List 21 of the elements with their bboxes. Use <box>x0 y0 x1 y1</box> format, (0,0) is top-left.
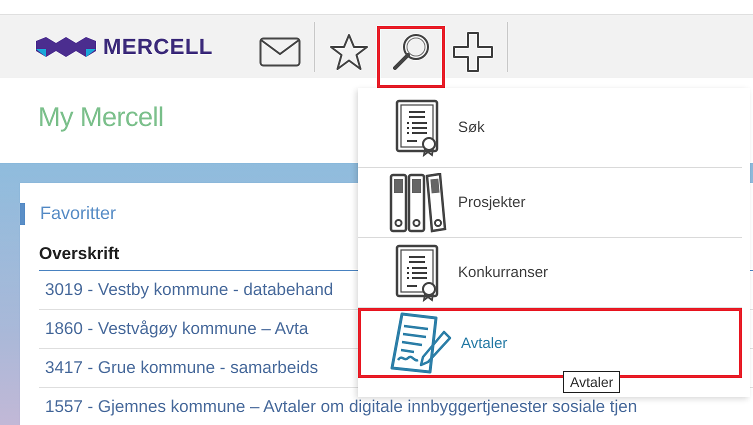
logo-icon <box>36 36 96 56</box>
menu-item[interactable]: Søk <box>358 88 742 168</box>
certificate-icon <box>395 98 441 156</box>
plus-icon[interactable] <box>452 31 494 73</box>
menu-item[interactable]: Konkurranser <box>358 238 742 308</box>
favorite-link[interactable]: 1860 - Vestvågøy kommune – Avta <box>39 319 308 339</box>
favorite-link[interactable]: 3019 - Vestby kommune - databehand <box>39 280 334 300</box>
binders-icon <box>389 172 447 232</box>
favorite-link[interactable]: 3417 - Grue kommune - samarbeids <box>39 358 318 378</box>
certificate-icon <box>395 244 441 302</box>
contract-icon <box>388 310 454 376</box>
page-title: My Mercell <box>38 102 164 134</box>
menu-item[interactable]: Prosjekter <box>358 168 742 238</box>
toolbar-button[interactable] <box>376 26 445 88</box>
mail-icon[interactable] <box>258 37 301 67</box>
tooltip: Avtaler <box>563 371 620 393</box>
favorite-link[interactable]: 1557 - Gjemnes kommune – Avtaler om digitale innbyggertjenester sosiale tjen <box>39 397 638 417</box>
menu-item[interactable]: Avtaler <box>358 308 742 378</box>
logo-text: MERCELL <box>103 34 213 60</box>
star-icon[interactable] <box>328 33 369 71</box>
search-icon[interactable] <box>390 32 431 72</box>
